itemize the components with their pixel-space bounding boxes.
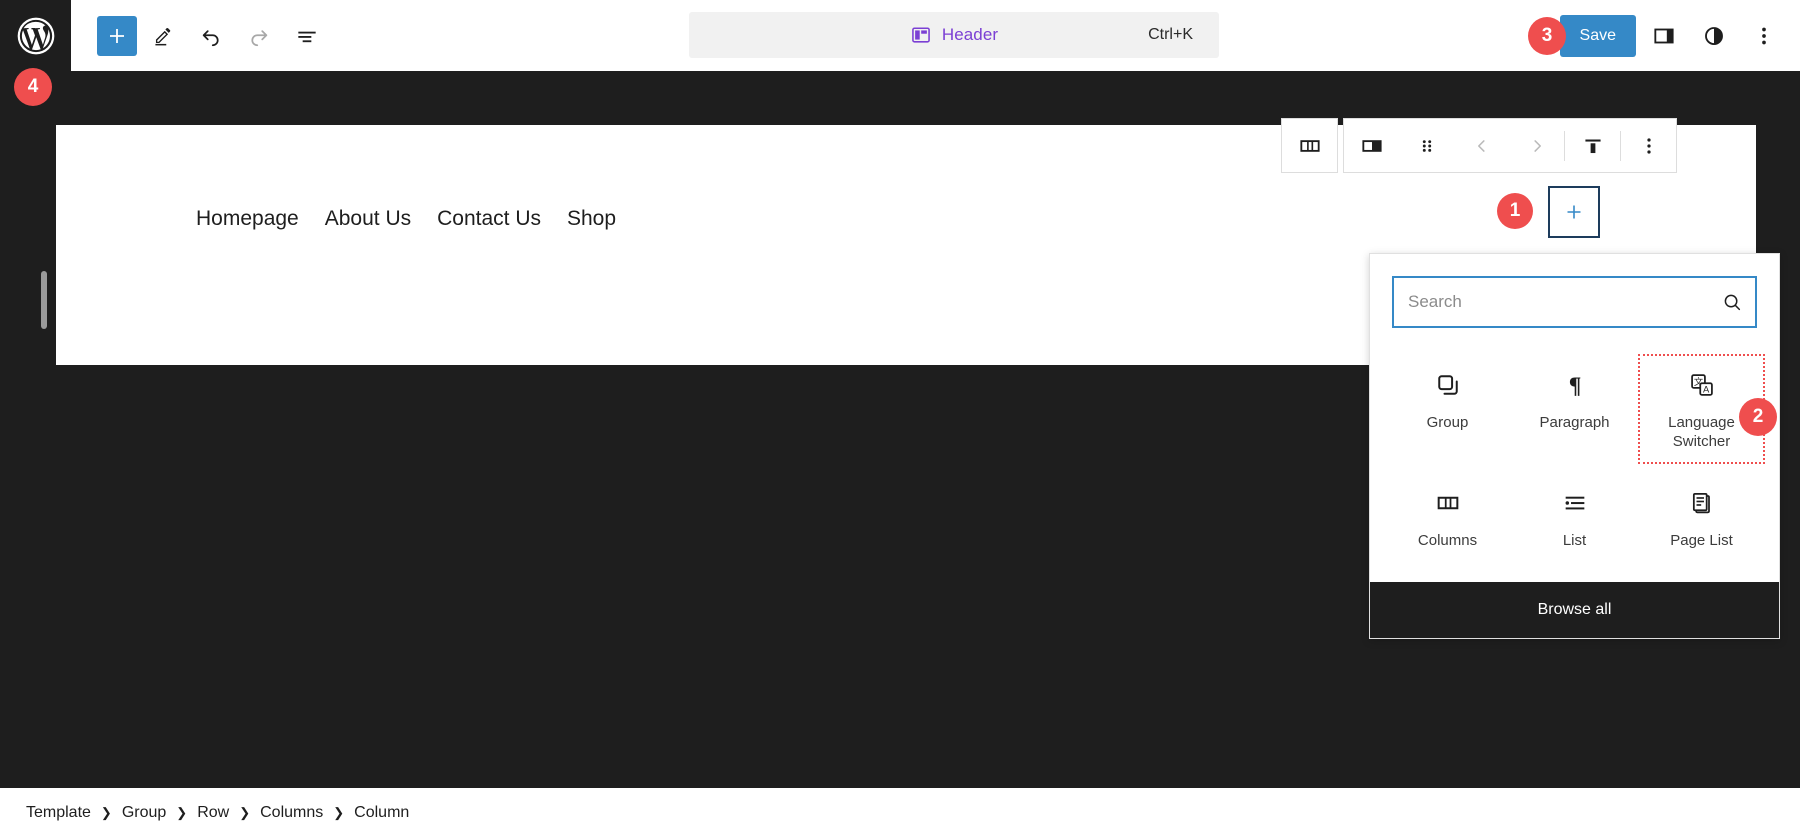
inserter-search-container [1370, 254, 1779, 336]
document-title: Header [941, 25, 999, 44]
document-title-bar[interactable]: Header Ctrl+K [689, 12, 1219, 58]
group-icon [1434, 368, 1462, 402]
inserter-search-field[interactable] [1392, 276, 1757, 328]
inserter-block-label: Paragraph [1539, 414, 1610, 431]
block-options-button[interactable] [1621, 119, 1676, 172]
editor-options-button[interactable] [1742, 14, 1786, 58]
nav-item[interactable]: Contact Us [437, 207, 541, 231]
move-block-right-button[interactable] [1509, 119, 1564, 172]
more-vertical-icon [1646, 137, 1651, 154]
inserter-block-page-list[interactable]: Page List [1638, 472, 1765, 563]
block-toolbar-main-group [1343, 118, 1677, 173]
list-icon [1561, 486, 1589, 520]
breadcrumb-separator: ❯ [176, 805, 188, 820]
breadcrumb-separator: ❯ [333, 805, 345, 820]
contrast-circle-icon [1705, 26, 1723, 45]
undo-arrow-icon [202, 29, 219, 46]
block-inserter-toggle-button[interactable] [97, 15, 137, 56]
drag-dots-icon [1422, 139, 1431, 152]
pencil-icon [155, 27, 171, 45]
inserter-block-grid: Group ¶ Paragraph 文 A Language Switcher … [1370, 336, 1779, 582]
redo-button[interactable] [237, 14, 281, 58]
select-parent-columns-button[interactable] [1282, 119, 1337, 172]
edit-tool-button[interactable] [141, 14, 185, 58]
template-part-icon [911, 27, 930, 43]
annotation-badge-3: 3 [1528, 17, 1566, 55]
nav-item[interactable]: About Us [325, 207, 411, 231]
inserter-block-label: Page List [1670, 531, 1733, 549]
column-icon [1361, 139, 1382, 152]
page-list-icon [1688, 486, 1716, 520]
navigation-block: Homepage About Us Contact Us Shop [196, 207, 616, 231]
drag-handle-button[interactable] [1399, 119, 1454, 172]
list-view-icon [298, 31, 316, 42]
inserter-block-columns[interactable]: Columns [1384, 472, 1511, 563]
breadcrumb-item-row[interactable]: Row [197, 804, 229, 822]
chevron-left-icon [1477, 139, 1485, 152]
more-vertical-icon [1762, 27, 1766, 44]
search-icon-button[interactable] [1709, 291, 1755, 313]
columns-icon [1434, 486, 1462, 520]
block-toolbar [1281, 118, 1677, 173]
document-title-group: Header [910, 24, 998, 46]
move-block-left-button[interactable] [1454, 119, 1509, 172]
sidebar-panel-icon [1654, 28, 1674, 43]
nav-item[interactable]: Homepage [196, 207, 299, 231]
breadcrumb-separator: ❯ [239, 805, 251, 820]
chevron-right-icon [1533, 139, 1541, 152]
document-overview-button[interactable] [285, 14, 329, 58]
wordpress-logo-button[interactable] [0, 0, 71, 71]
command-shortcut: Ctrl+K [1148, 26, 1193, 43]
redo-arrow-icon [251, 29, 268, 46]
annotation-badge-2: 2 [1739, 398, 1777, 436]
save-button[interactable]: Save [1559, 14, 1636, 57]
columns-icon [1299, 139, 1320, 152]
nav-item[interactable]: Shop [567, 207, 616, 231]
align-top-icon [1584, 139, 1601, 153]
canvas-resize-handle-left[interactable] [41, 271, 47, 329]
breadcrumb-separator: ❯ [100, 805, 112, 820]
svg-text:¶: ¶ [1568, 373, 1581, 399]
breadcrumb-item-template[interactable]: Template [26, 804, 91, 822]
search-icon [1724, 294, 1741, 311]
undo-button[interactable] [189, 14, 233, 58]
breadcrumb-item-columns[interactable]: Columns [260, 804, 323, 822]
block-inserter-popover: Group ¶ Paragraph 文 A [1369, 253, 1780, 640]
inserter-block-label: List [1562, 531, 1587, 549]
topbar-left-tools [71, 14, 329, 58]
block-toolbar-parent-group [1281, 118, 1338, 173]
wordpress-site-editor: Header Ctrl+K Save Homepage About Us Con… [0, 0, 1800, 838]
breadcrumb-item-group[interactable]: Group [122, 804, 166, 822]
inserter-block-label: Columns [1417, 531, 1478, 549]
change-block-type-button[interactable] [1344, 119, 1399, 172]
inserter-block-group[interactable]: Group [1384, 354, 1511, 464]
inserter-block-label: Group [1426, 414, 1469, 431]
plus-icon [110, 28, 124, 43]
svg-text:A: A [1702, 384, 1709, 394]
topbar-right-tools: Save [1559, 0, 1786, 71]
breadcrumb-item-column[interactable]: Column [354, 804, 409, 822]
breadcrumb: Template ❯ Group ❯ Row ❯ Columns ❯ Colum… [0, 788, 1800, 838]
language-switcher-icon: 文 A [1688, 368, 1716, 402]
inserter-block-list[interactable]: List [1511, 472, 1638, 563]
paragraph-pilcrow-icon: ¶ [1561, 368, 1589, 402]
settings-sidebar-button[interactable] [1642, 14, 1686, 58]
search-input[interactable] [1394, 292, 1709, 312]
browse-all-button[interactable]: Browse all [1370, 582, 1779, 639]
annotation-badge-4: 4 [14, 68, 52, 106]
styles-button[interactable] [1692, 14, 1736, 58]
inserter-block-paragraph[interactable]: ¶ Paragraph [1511, 354, 1638, 464]
wordpress-logo-icon [17, 17, 54, 54]
vertical-align-top-button[interactable] [1565, 119, 1620, 172]
plus-icon [1567, 205, 1581, 219]
annotation-badge-1: 1 [1497, 193, 1533, 229]
block-appender-button[interactable] [1548, 186, 1600, 238]
